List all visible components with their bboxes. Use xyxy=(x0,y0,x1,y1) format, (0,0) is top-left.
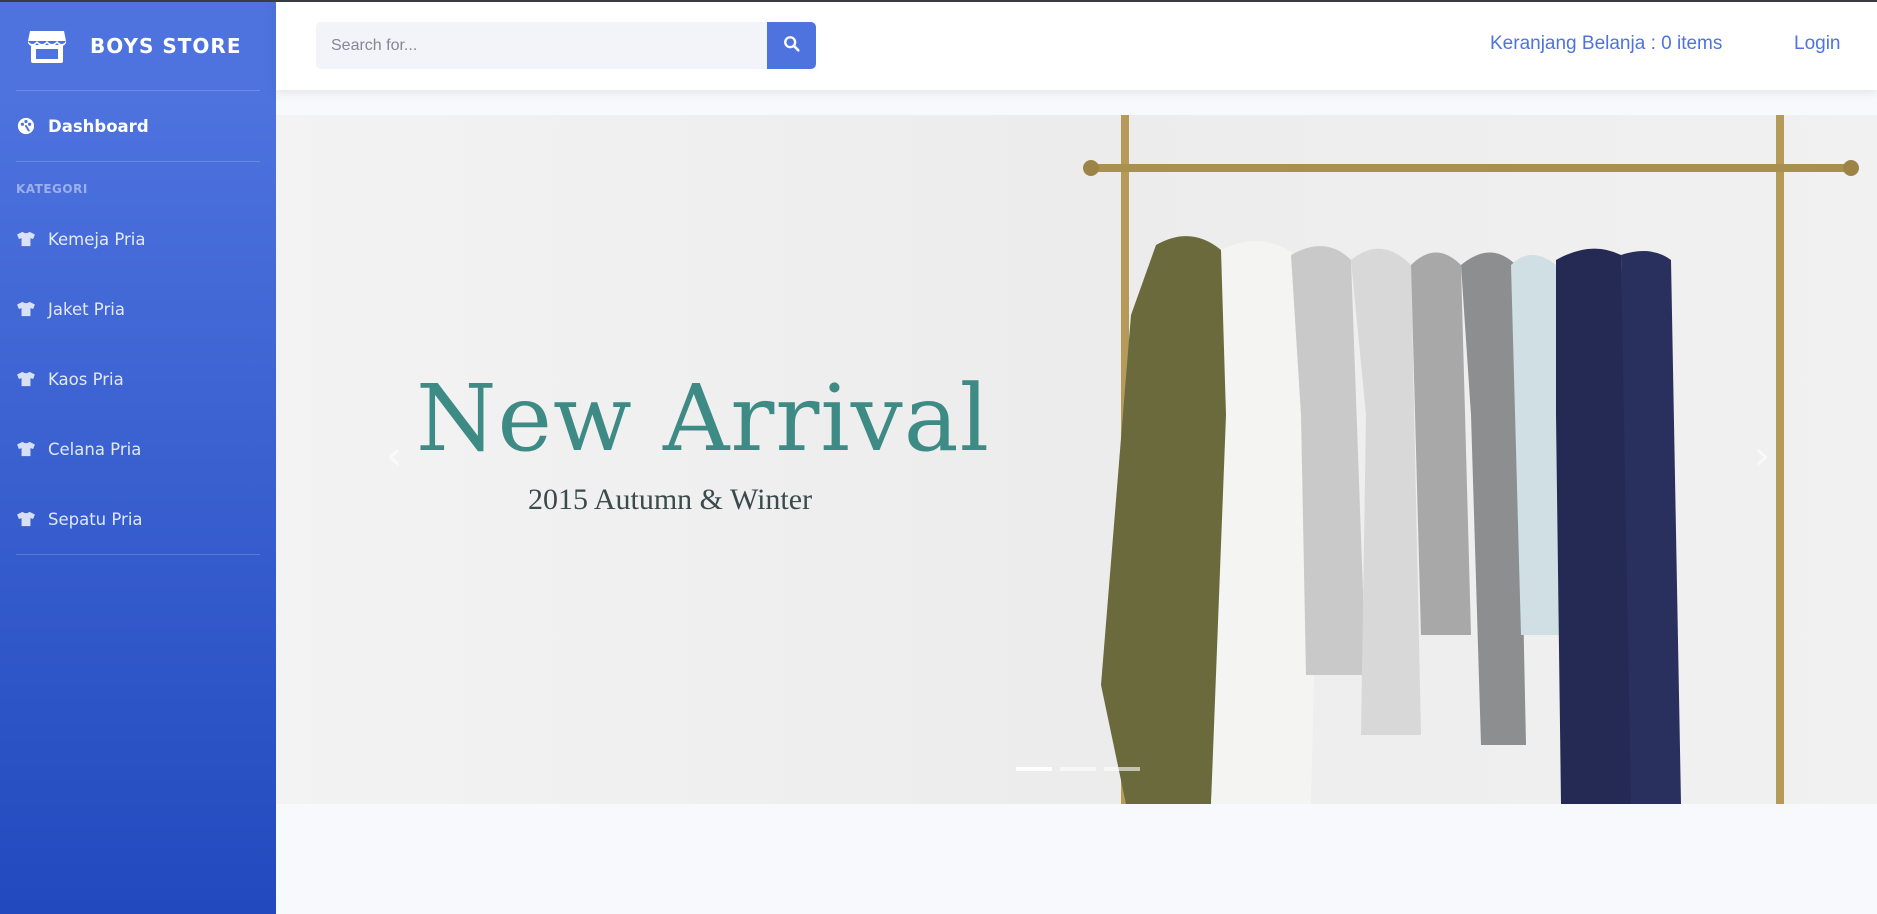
tshirt-icon xyxy=(16,369,36,389)
login-link[interactable]: Login xyxy=(1794,33,1841,55)
cart-link[interactable]: Keranjang Belanja : 0 items xyxy=(1490,33,1722,55)
sidebar-item-label: Kemeja Pria xyxy=(48,229,146,249)
brand-link[interactable]: BOYS STORE xyxy=(0,2,276,90)
sidebar-item-kaos-pria[interactable]: Kaos Pria xyxy=(0,344,276,414)
sidebar-item-dashboard[interactable]: Dashboard xyxy=(0,91,276,161)
tshirt-icon xyxy=(16,299,36,319)
sidebar-item-celana-pria[interactable]: Celana Pria xyxy=(0,414,276,484)
brand-name: BOYS STORE xyxy=(90,34,242,58)
search-input[interactable] xyxy=(316,22,767,69)
tshirt-icon xyxy=(16,229,36,249)
chevron-right-icon[interactable]: › xyxy=(1754,433,1770,479)
sidebar-item-label: Kaos Pria xyxy=(48,369,124,389)
carousel-subtitle: 2015 Autumn & Winter xyxy=(528,483,813,516)
sidebar-item-sepatu-pria[interactable]: Sepatu Pria xyxy=(0,484,276,554)
store-icon xyxy=(26,25,68,67)
palette-icon xyxy=(16,116,36,136)
search-icon xyxy=(783,35,801,56)
topbar: Keranjang Belanja : 0 items Login xyxy=(276,2,1877,90)
sidebar-item-label: Celana Pria xyxy=(48,439,142,459)
tshirt-icon xyxy=(16,509,36,529)
sidebar-item-jaket-pria[interactable]: Jaket Pria xyxy=(0,274,276,344)
sidebar-heading: KATEGORI xyxy=(16,182,88,196)
search-group xyxy=(316,22,816,69)
sidebar-item-kemeja-pria[interactable]: Kemeja Pria xyxy=(0,204,276,274)
carousel-title: New Arrival xyxy=(416,365,991,472)
carousel-indicator[interactable] xyxy=(1104,767,1140,771)
chevron-left-icon[interactable]: ‹ xyxy=(386,433,402,479)
sidebar: BOYS STORE Dashboard KATEGORI Kemeja Pri… xyxy=(0,2,276,914)
sidebar-divider xyxy=(16,554,260,555)
sidebar-item-label: Sepatu Pria xyxy=(48,509,143,529)
search-button[interactable] xyxy=(767,22,816,69)
sidebar-item-label: Dashboard xyxy=(48,116,149,136)
sidebar-item-label: Jaket Pria xyxy=(48,299,125,319)
tshirt-icon xyxy=(16,439,36,459)
hero-carousel: New Arrival 2015 Autumn & Winter ‹ › xyxy=(276,115,1877,804)
carousel-indicator[interactable] xyxy=(1016,767,1052,771)
carousel-indicator[interactable] xyxy=(1060,767,1096,771)
carousel-indicators xyxy=(1016,767,1140,771)
